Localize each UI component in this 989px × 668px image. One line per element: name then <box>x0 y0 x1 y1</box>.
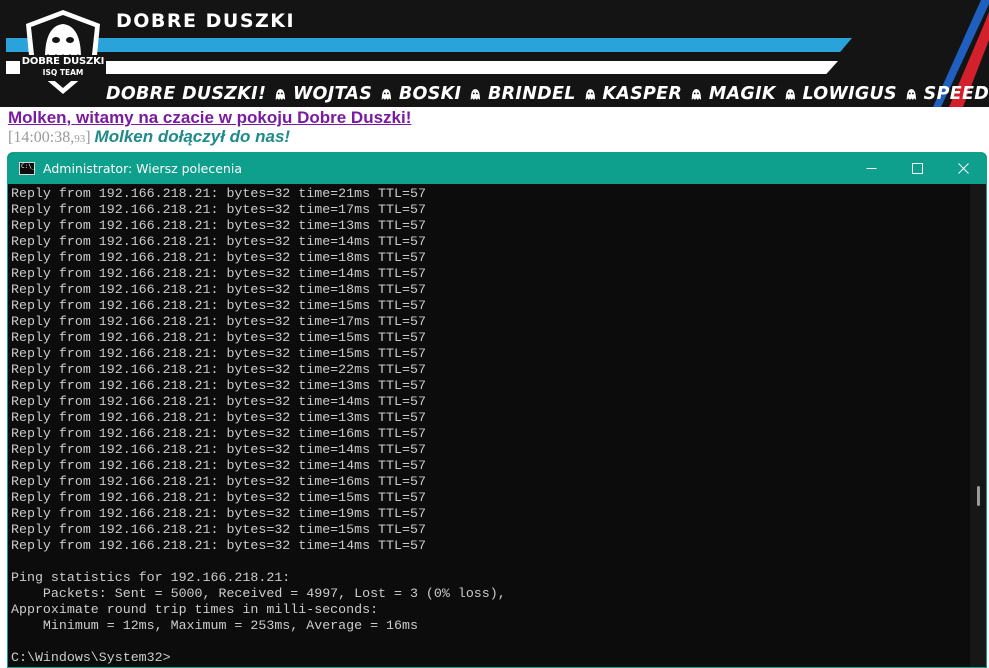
join-message: Molken dołączył do nas! <box>94 127 291 146</box>
timestamp-close: ] <box>85 129 91 146</box>
nav-item-brindel[interactable]: BRINDEL <box>488 84 576 104</box>
chat-timestamp: [14:00:38,93] <box>8 129 91 146</box>
maximize-button[interactable] <box>894 153 940 184</box>
nav-item-kasper[interactable]: KASPER <box>602 84 682 104</box>
room-nav: DOBRE DUSZKI! WOJTAS BOSKI BRINDEL KASPE… <box>106 83 989 105</box>
console-line: Reply from 192.166.218.21: bytes=32 time… <box>11 266 426 281</box>
close-button[interactable] <box>940 153 986 184</box>
console-line: Reply from 192.166.218.21: bytes=32 time… <box>11 442 426 457</box>
logo-text-secondary: ISQ TEAM <box>42 68 84 77</box>
console-line: Reply from 192.166.218.21: bytes=32 time… <box>11 474 426 489</box>
banner-stripe-blue <box>6 38 852 52</box>
nav-item-magik[interactable]: MAGIK <box>709 84 776 104</box>
console-line: Reply from 192.166.218.21: bytes=32 time… <box>11 314 426 329</box>
banner-stripe-white <box>6 61 838 74</box>
console-line: Reply from 192.166.218.21: bytes=32 time… <box>11 346 426 361</box>
console-line: Reply from 192.166.218.21: bytes=32 time… <box>11 522 426 537</box>
console-line: Reply from 192.166.218.21: bytes=32 time… <box>11 362 426 377</box>
minimize-icon <box>866 168 876 169</box>
nav-item-speed[interactable]: SPEED <box>924 84 989 104</box>
console-line: Ping statistics for 192.166.218.21: <box>11 570 291 585</box>
ghost-icon <box>585 88 595 100</box>
vertical-scrollbar[interactable] <box>970 184 986 667</box>
minimize-button[interactable] <box>848 153 894 184</box>
console-line: Reply from 192.166.218.21: bytes=32 time… <box>11 298 426 313</box>
console-line: Reply from 192.166.218.21: bytes=32 time… <box>11 410 426 425</box>
console-line: Minimum = 12ms, Maximum = 253ms, Average… <box>11 618 418 633</box>
console-line: Reply from 192.166.218.21: bytes=32 time… <box>11 458 426 473</box>
nav-item-dobre-duszki[interactable]: DOBRE DUSZKI! <box>106 84 266 104</box>
scrollbar-thumb[interactable] <box>977 486 980 506</box>
maximize-icon <box>911 163 923 174</box>
console-line: Reply from 192.166.218.21: bytes=32 time… <box>11 218 426 233</box>
console-line: Reply from 192.166.218.21: bytes=32 time… <box>11 202 426 217</box>
console-line: Reply from 192.166.218.21: bytes=32 time… <box>11 538 426 553</box>
ghost-logo-icon[interactable] <box>18 8 108 98</box>
command-prompt-line: C:\Windows\System32> <box>11 650 171 665</box>
timestamp-ms: 93 <box>74 133 86 145</box>
console-line: Approximate round trip times in milli-se… <box>11 602 379 617</box>
window-title: Administrator: Wiersz polecenia <box>43 161 242 176</box>
timestamp-text: [14:00:38, <box>8 129 75 146</box>
console-line: Reply from 192.166.218.21: bytes=32 time… <box>11 250 426 265</box>
console-line: Reply from 192.166.218.21: bytes=32 time… <box>11 330 426 345</box>
console-line: Reply from 192.166.218.21: bytes=32 time… <box>11 490 426 505</box>
console-line: Reply from 192.166.218.21: bytes=32 time… <box>11 234 426 249</box>
ghost-icon <box>785 88 795 100</box>
console-output[interactable]: Reply from 192.166.218.21: bytes=32 time… <box>8 184 970 667</box>
console-line: Packets: Sent = 5000, Received = 4997, L… <box>11 586 506 601</box>
console-line: Reply from 192.166.218.21: bytes=32 time… <box>11 282 426 297</box>
ghost-icon <box>691 88 702 100</box>
site-title: DOBRE DUSZKI <box>116 10 296 32</box>
console-line: Reply from 192.166.218.21: bytes=32 time… <box>11 186 426 201</box>
chat-welcome-message[interactable]: Molken, witamy na czacie w pokoju Dobre … <box>8 108 411 128</box>
nav-item-wojtas[interactable]: WOJTAS <box>293 84 372 104</box>
logo-text-primary: DOBRE DUSZKI <box>21 56 105 67</box>
nav-item-boski[interactable]: BOSKI <box>399 84 461 104</box>
chat-message: [14:00:38,93] Molken dołączył do nas! <box>8 127 290 147</box>
console-line: Reply from 192.166.218.21: bytes=32 time… <box>11 394 426 409</box>
ghost-icon <box>381 88 392 100</box>
console-line: Reply from 192.166.218.21: bytes=32 time… <box>11 426 426 441</box>
cmd-icon[interactable] <box>19 162 35 175</box>
console-line: Reply from 192.166.218.21: bytes=32 time… <box>11 506 426 521</box>
window-titlebar[interactable]: Administrator: Wiersz polecenia <box>8 153 986 184</box>
ghost-icon <box>906 88 916 100</box>
command-prompt-window[interactable]: Administrator: Wiersz polecenia Reply fr… <box>7 152 987 668</box>
ghost-icon <box>275 88 286 100</box>
close-icon <box>957 163 969 174</box>
console-line: Reply from 192.166.218.21: bytes=32 time… <box>11 378 426 393</box>
site-banner: DOBRE DUSZKI ISQ TEAM DOBRE DUSZKI DOBRE… <box>0 0 989 107</box>
nav-item-lowigus[interactable]: LOWIGUS <box>802 84 897 104</box>
ghost-icon <box>470 88 481 100</box>
